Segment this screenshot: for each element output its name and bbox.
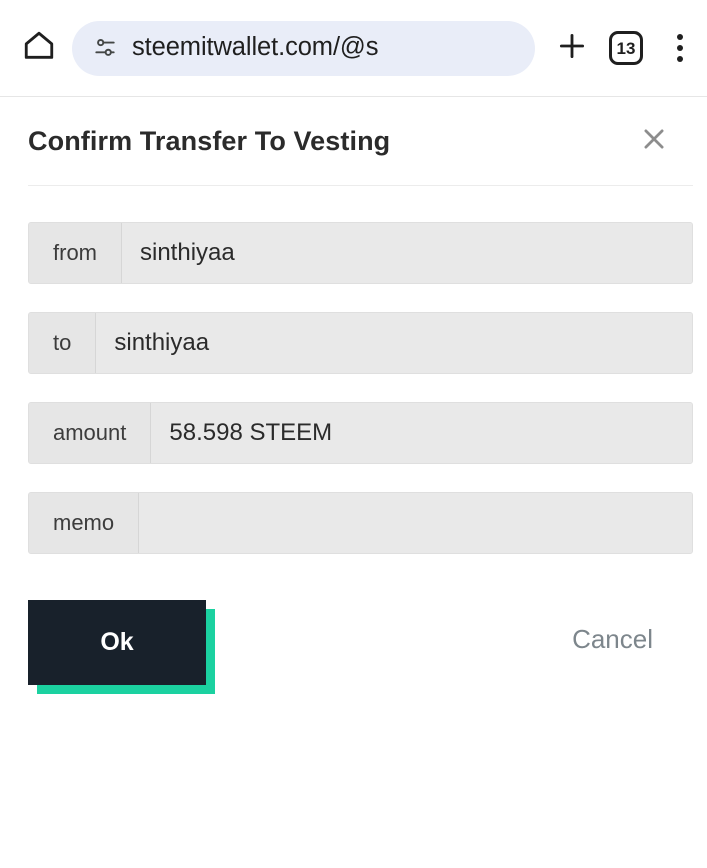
tune-icon[interactable] — [92, 35, 118, 61]
header-divider — [28, 185, 693, 186]
field-row-memo: memo — [28, 492, 693, 554]
field-label: to — [29, 313, 97, 373]
cancel-button[interactable]: Cancel — [568, 618, 657, 661]
field-value: sinthiyaa — [96, 313, 692, 373]
field-value: 58.598 STEEM — [151, 403, 692, 463]
more-vertical-icon — [677, 34, 683, 62]
field-value: sinthiyaa — [122, 223, 692, 283]
tab-count-badge: 13 — [609, 31, 643, 65]
field-row-from: from sinthiyaa — [28, 222, 693, 284]
home-icon — [22, 29, 56, 68]
field-label: memo — [29, 493, 140, 553]
tab-switcher-button[interactable]: 13 — [599, 21, 653, 75]
browser-toolbar: steemitwallet.com/@s 13 — [0, 0, 707, 97]
app-root: steemitwallet.com/@s 13 Confirm Transfer… — [0, 0, 707, 868]
field-label: from — [29, 223, 122, 283]
field-value — [139, 493, 692, 553]
field-row-to: to sinthiyaa — [28, 312, 693, 374]
ok-button[interactable]: Ok — [28, 600, 206, 685]
dialog-actions: Ok Cancel — [28, 600, 693, 700]
new-tab-button[interactable] — [545, 21, 599, 75]
field-label: amount — [29, 403, 152, 463]
address-bar[interactable]: steemitwallet.com/@s — [72, 20, 535, 76]
confirm-dialog: Confirm Transfer To Vesting from sinthiy… — [0, 97, 707, 700]
ok-button-wrapper: Ok — [28, 600, 215, 694]
home-button[interactable] — [12, 21, 66, 75]
close-icon — [639, 124, 669, 159]
transfer-details-form: from sinthiyaa to sinthiyaa amount 58.59… — [28, 222, 693, 554]
plus-icon — [555, 29, 589, 68]
dialog-header: Confirm Transfer To Vesting — [0, 97, 707, 185]
dialog-title: Confirm Transfer To Vesting — [28, 125, 391, 156]
browser-menu-button[interactable] — [653, 21, 707, 75]
field-row-amount: amount 58.598 STEEM — [28, 402, 693, 464]
url-text: steemitwallet.com/@s — [132, 35, 379, 61]
close-button[interactable] — [637, 124, 671, 158]
